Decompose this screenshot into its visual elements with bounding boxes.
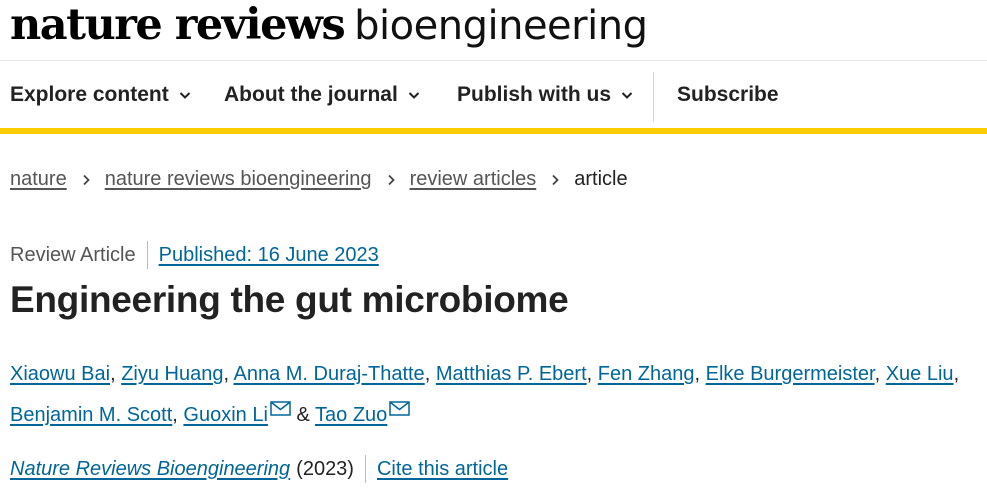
breadcrumb: nature nature reviews bioengineering rev… xyxy=(10,168,628,191)
author-separator: , xyxy=(953,363,960,385)
published-date[interactable]: Published: 16 June 2023 xyxy=(159,244,379,267)
chevron-down-icon xyxy=(408,91,420,99)
nav-item-label: Explore content xyxy=(10,82,169,106)
publication-year: (2023) xyxy=(296,457,354,480)
nav-divider xyxy=(653,72,654,122)
subscribe-link[interactable]: Subscribe xyxy=(677,61,779,128)
breadcrumb-current: article xyxy=(574,168,628,190)
email-icon[interactable] xyxy=(270,401,291,416)
author-separator: , xyxy=(424,363,431,385)
article-meta: Review Article Published: 16 June 2023 xyxy=(10,241,379,269)
author-separator: , xyxy=(223,363,230,385)
author-separator: , xyxy=(874,363,881,385)
citation-line: Nature Reviews Bioengineering (2023) Cit… xyxy=(10,455,508,483)
journal-link[interactable]: Nature Reviews Bioengineering xyxy=(10,458,290,481)
chevron-down-icon xyxy=(179,91,190,99)
masthead: nature reviews bioengineering xyxy=(0,0,987,61)
meta-divider xyxy=(146,241,148,269)
logo-text-bold: nature reviews xyxy=(10,0,346,50)
author-link[interactable]: Xiaowu Bai xyxy=(10,363,110,385)
author-link[interactable]: Fen Zhang xyxy=(598,363,695,385)
journal-logo[interactable]: nature reviews bioengineering xyxy=(10,0,648,50)
breadcrumb-nature[interactable]: nature xyxy=(10,168,67,191)
page-title: Engineering the gut microbiome xyxy=(10,279,569,320)
main-nav: Explore content About the journal Publis… xyxy=(0,61,987,134)
chevron-right-icon xyxy=(83,174,90,185)
breadcrumb-journal[interactable]: nature reviews bioengineering xyxy=(105,168,372,191)
author-link[interactable]: Anna M. Duraj-Thatte xyxy=(233,363,424,385)
author-link[interactable]: Elke Burgermeister xyxy=(706,363,875,385)
author-link[interactable]: Ziyu Huang xyxy=(121,363,223,385)
author-link[interactable]: Guoxin Li xyxy=(183,404,268,426)
author-conjunction: & xyxy=(296,404,310,426)
chevron-right-icon xyxy=(552,174,560,185)
email-icon[interactable] xyxy=(389,401,411,416)
nav-publish-with-us[interactable]: Publish with us xyxy=(457,61,633,128)
nav-item-label: Publish with us xyxy=(457,82,612,106)
author-link[interactable]: Benjamin M. Scott xyxy=(10,404,172,426)
cite-this-article-link[interactable]: Cite this article xyxy=(377,458,508,481)
nav-item-label: About the journal xyxy=(224,82,398,106)
logo-text-light: bioengineering xyxy=(354,3,648,49)
author-link[interactable]: Matthias P. Ebert xyxy=(436,363,587,385)
nav-explore-content[interactable]: Explore content xyxy=(10,61,191,128)
author-separator: , xyxy=(694,363,701,385)
author-link[interactable]: Xue Liu xyxy=(886,363,954,385)
citation-divider xyxy=(364,455,366,483)
author-link[interactable]: Tao Zuo xyxy=(315,404,387,426)
author-separator: , xyxy=(586,363,593,385)
article-type: Review Article xyxy=(10,243,136,266)
chevron-down-icon xyxy=(621,91,633,99)
breadcrumb-review-articles[interactable]: review articles xyxy=(410,168,537,191)
author-list: Xiaowu Bai, Ziyu Huang, Anna M. Duraj-Th… xyxy=(10,354,985,436)
nav-about-the-journal[interactable]: About the journal xyxy=(224,61,420,128)
author-separator: , xyxy=(110,363,116,385)
author-separator: , xyxy=(172,404,178,426)
chevron-right-icon xyxy=(387,174,395,185)
